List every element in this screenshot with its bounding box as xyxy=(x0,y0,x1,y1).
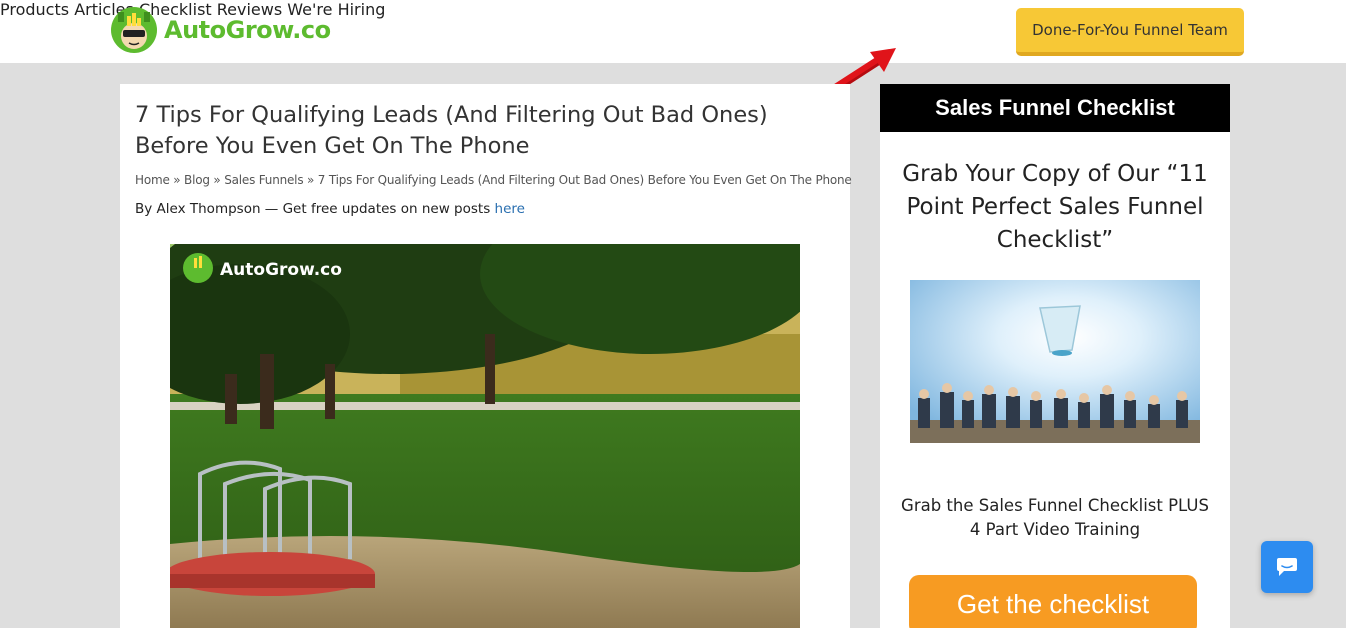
breadcrumb-home[interactable]: Home xyxy=(135,173,170,187)
nav-products[interactable]: Products xyxy=(0,0,69,19)
done-for-you-cta-button[interactable]: Done-For-You Funnel Team xyxy=(1016,8,1244,56)
sidebar-grab-text: Grab Your Copy of Our “11 Point Perfect … xyxy=(902,161,1208,253)
hero-image: AutoGrow.co xyxy=(170,244,800,628)
sidebar-optin: Sales Funnel Checklist Grab Your Copy of… xyxy=(880,84,1230,628)
checklist-promo-image xyxy=(910,280,1200,443)
article-title: 7 Tips For Qualifying Leads (And Filteri… xyxy=(135,102,768,159)
site-logo[interactable]: AutoGrow.co xyxy=(110,6,331,54)
byline: By Alex Thompson — Get free updates on n… xyxy=(135,201,525,217)
breadcrumb-current: 7 Tips For Qualifying Leads (And Filteri… xyxy=(317,173,852,187)
chat-widget-button[interactable] xyxy=(1261,541,1313,593)
get-checklist-button[interactable]: Get the checklist xyxy=(909,575,1197,628)
article-card: 7 Tips For Qualifying Leads (And Filteri… xyxy=(120,84,852,628)
chat-bubble-icon xyxy=(1277,558,1297,576)
breadcrumb-separator: » xyxy=(213,173,221,187)
sidebar-heading: Sales Funnel Checklist xyxy=(880,84,1230,132)
site-header: AutoGrow.co Products Articles Checklist … xyxy=(0,0,1346,63)
robot-mascot-icon xyxy=(111,7,157,53)
playground-photo: AutoGrow.co xyxy=(170,244,800,628)
funnel-sky-illustration xyxy=(910,280,1200,443)
hero-watermark: AutoGrow.co xyxy=(220,260,342,280)
byline-text: By Alex Thompson — Get free updates on n… xyxy=(135,201,495,217)
breadcrumb-sales-funnels[interactable]: Sales Funnels xyxy=(224,173,303,187)
logo-wordmark: AutoGrow.co xyxy=(164,16,331,44)
breadcrumb-blog[interactable]: Blog xyxy=(184,173,210,187)
updates-link[interactable]: here xyxy=(495,201,525,217)
breadcrumb-separator: » xyxy=(307,173,315,187)
breadcrumb: Home » Blog » Sales Funnels » 7 Tips For… xyxy=(135,173,852,187)
sidebar-subtext: Grab the Sales Funnel Checklist PLUS 4 P… xyxy=(901,496,1209,539)
breadcrumb-separator: » xyxy=(173,173,181,187)
